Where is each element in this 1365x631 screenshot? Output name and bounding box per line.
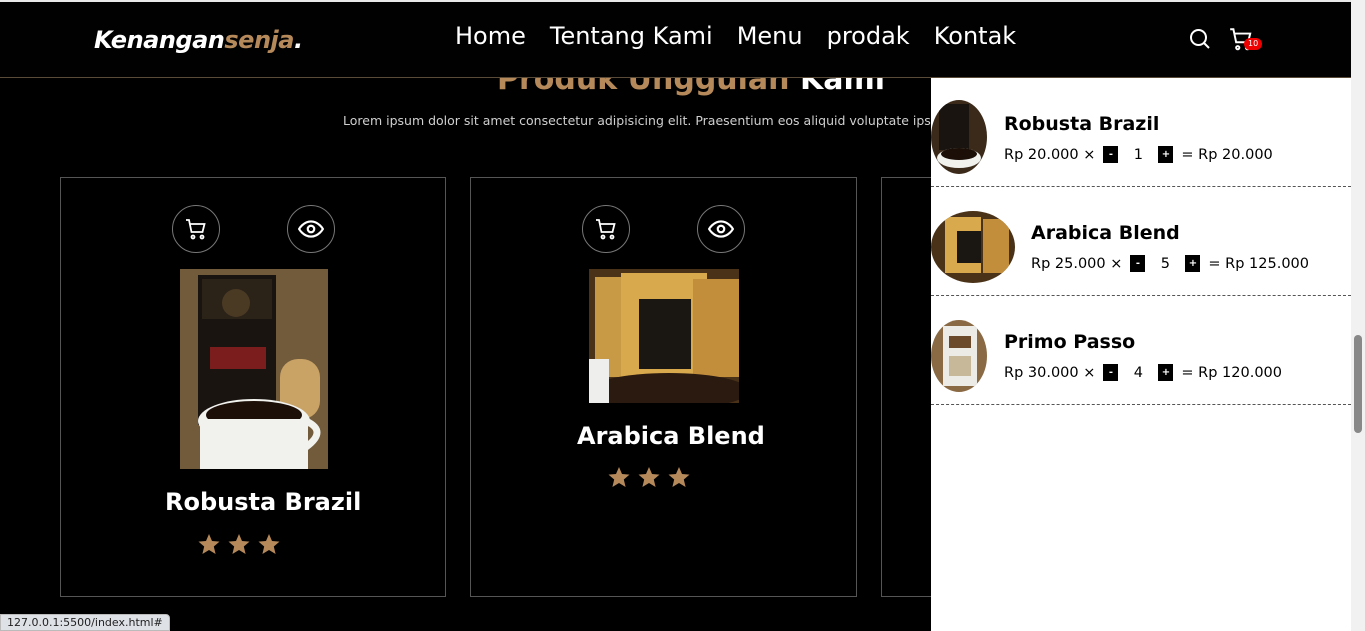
decrease-qty-button[interactable]: - xyxy=(1103,146,1119,163)
add-to-cart-button[interactable] xyxy=(172,205,220,253)
logo-accent: senja xyxy=(224,26,294,54)
browser-status-url: 127.0.0.1:5500/index.html# xyxy=(0,614,170,631)
view-detail-button[interactable] xyxy=(287,205,335,253)
view-detail-button[interactable] xyxy=(697,205,745,253)
add-to-cart-button[interactable] xyxy=(582,205,630,253)
cart-item-price: Rp 25.000 × xyxy=(1031,255,1123,272)
nav-home[interactable]: Home xyxy=(455,22,526,50)
cart-item-price-line: Rp 30.000 × - 4 + = Rp 120.000 xyxy=(1004,364,1282,381)
cart-item-name: Robusta Brazil xyxy=(1004,113,1160,135)
star-icon xyxy=(668,467,690,487)
increase-qty-button[interactable]: + xyxy=(1158,146,1174,163)
coffee-thumb-image xyxy=(931,320,987,392)
coffee-bag-image xyxy=(180,269,328,469)
star-icon xyxy=(638,467,660,487)
rating-stars xyxy=(197,532,281,556)
star-icon xyxy=(228,534,250,554)
decrease-qty-button[interactable]: - xyxy=(1130,255,1146,272)
star-icon xyxy=(608,467,630,487)
cart-item-price: Rp 30.000 × xyxy=(1004,364,1096,381)
nav-tentang-kami[interactable]: Tentang Kami xyxy=(550,22,713,50)
cart-item-qty: 5 xyxy=(1160,255,1170,272)
product-image xyxy=(589,269,739,403)
cart-item-qty: 4 xyxy=(1133,364,1143,381)
star-icon xyxy=(258,534,280,554)
nav-kontak[interactable]: Kontak xyxy=(934,22,1016,50)
cart-item-price-line: Rp 20.000 × - 1 + = Rp 20.000 xyxy=(1004,146,1273,163)
shopping-cart-panel: Robusta Brazil Rp 20.000 × - 1 + = Rp 20… xyxy=(931,78,1351,631)
nav-icons: 10 xyxy=(1187,26,1263,52)
logo-main: Kenangan xyxy=(94,26,225,54)
cart-item: Primo Passo Rp 30.000 × - 4 + = Rp 120.0… xyxy=(931,296,1351,405)
logo-dot: . xyxy=(293,26,303,54)
cart-item-price: Rp 20.000 × xyxy=(1004,146,1096,163)
nav-prodak[interactable]: prodak xyxy=(827,22,910,50)
cart-item-image xyxy=(931,320,987,392)
product-name: Robusta Brazil xyxy=(165,488,362,516)
nav-menu[interactable]: Menu xyxy=(737,22,803,50)
cart-item-name: Arabica Blend xyxy=(1031,222,1180,244)
coffee-thumb-image xyxy=(931,211,1015,283)
cart-icon xyxy=(596,219,616,240)
eye-icon xyxy=(298,220,324,238)
navbar: Kenangansenja. Home Tentang Kami Menu pr… xyxy=(0,0,1365,78)
cart-item-name: Primo Passo xyxy=(1004,331,1136,353)
cart-item-total: = Rp 20.000 xyxy=(1181,146,1273,163)
product-image xyxy=(180,269,328,469)
cart-icon xyxy=(186,219,206,240)
nav-links: Home Tentang Kami Menu prodak Kontak xyxy=(455,22,1016,50)
increase-qty-button[interactable]: + xyxy=(1158,364,1174,381)
logo[interactable]: Kenangansenja. xyxy=(94,26,303,54)
decrease-qty-button[interactable]: - xyxy=(1103,364,1119,381)
cart-item-image xyxy=(931,100,987,174)
eye-icon xyxy=(708,220,734,238)
search-icon[interactable] xyxy=(1187,26,1213,52)
page: Kenangansenja. Home Tentang Kami Menu pr… xyxy=(0,0,1365,631)
coffee-thumb-image xyxy=(931,100,987,174)
cart-item-total: = Rp 120.000 xyxy=(1181,364,1282,381)
cart-item-price-line: Rp 25.000 × - 5 + = Rp 125.000 xyxy=(1031,255,1309,272)
section-description: Lorem ipsum dolor sit amet consectetur a… xyxy=(343,113,960,128)
page-scrollbar[interactable] xyxy=(1351,0,1365,631)
product-card: Arabica Blend xyxy=(470,177,857,597)
cart-icon[interactable]: 10 xyxy=(1228,26,1263,52)
star-icon xyxy=(198,534,220,554)
rating-stars xyxy=(607,465,691,489)
product-name: Arabica Blend xyxy=(577,422,765,450)
product-card: Robusta Brazil xyxy=(60,177,446,597)
cart-count-badge: 10 xyxy=(1244,38,1263,50)
coffee-bag-image xyxy=(589,269,739,403)
cart-item-total: = Rp 125.000 xyxy=(1208,255,1309,272)
cart-item-qty: 1 xyxy=(1133,146,1143,163)
cart-item: Robusta Brazil Rp 20.000 × - 1 + = Rp 20… xyxy=(931,78,1351,187)
increase-qty-button[interactable]: + xyxy=(1185,255,1201,272)
cart-item: Arabica Blend Rp 25.000 × - 5 + = Rp 125… xyxy=(931,187,1351,296)
scrollbar-thumb[interactable] xyxy=(1354,335,1362,433)
cart-item-image xyxy=(931,211,1015,283)
